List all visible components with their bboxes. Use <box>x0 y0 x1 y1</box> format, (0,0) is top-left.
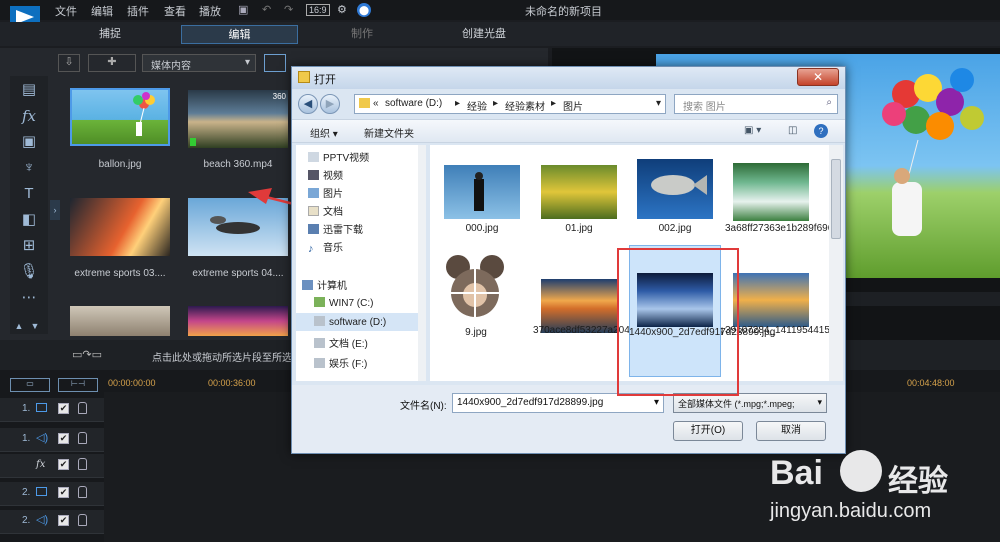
filename-row: 文件名(N): 1440x900_2d7edf917d28899.jpg ▾ 全部… <box>292 385 845 453</box>
nav-label: software (D:) <box>329 317 387 328</box>
nav-label: 图片 <box>323 189 343 200</box>
nav-label: 文档 <box>323 207 343 218</box>
filetype-select[interactable]: 全部媒体文件 (*.mpg;*.mpeg; ▾ <box>673 393 827 413</box>
cancel-button[interactable]: 取消 <box>756 421 826 441</box>
forward-button[interactable]: ▶ <box>320 94 340 114</box>
breadcrumb-material[interactable]: 经验素材 <box>505 98 545 113</box>
file-name[interactable]: 3a68ff27363e1b289f69628c7b7f0e0f.jpg <box>725 223 829 235</box>
mickey-puzzle-image-icon <box>446 255 504 317</box>
drive-icon <box>314 316 325 326</box>
folder-icon <box>298 71 310 83</box>
folder-icon <box>308 152 319 162</box>
file-thumb[interactable] <box>444 165 520 219</box>
breadcrumb-separator-icon: ▸ <box>493 98 499 109</box>
address-bar[interactable]: « software (D:) ▸ 经验 ▸ 经验素材 ▸ 图片 ▾ <box>354 94 666 114</box>
help-icon[interactable]: ? <box>814 124 828 138</box>
nav-item-drive-e[interactable]: 文档 (E:) <box>314 335 368 350</box>
organize-button[interactable]: 组织 ▾ <box>310 125 338 140</box>
breadcrumb-separator-icon: ▸ <box>455 98 461 109</box>
watermark-brand2: 经验 <box>888 464 948 499</box>
file-thumb[interactable] <box>733 273 809 327</box>
dialog-titlebar: 打开 ✕ <box>292 67 845 89</box>
new-folder-button[interactable]: 新建文件夹 <box>364 125 414 140</box>
nav-label: 视频 <box>323 171 343 182</box>
file-thumb[interactable] <box>733 163 809 221</box>
nav-label: 文档 (E:) <box>329 339 368 350</box>
person-image-icon <box>474 172 484 211</box>
documents-folder-icon <box>308 206 319 216</box>
back-button[interactable]: ◀ <box>298 94 318 114</box>
close-button[interactable]: ✕ <box>797 68 839 86</box>
fish-image-icon <box>651 175 707 195</box>
filename-value: 1440x900_2d7edf917d28899.jpg <box>457 397 604 408</box>
music-note-icon: ♪ <box>308 243 314 255</box>
nav-item-drive-d[interactable]: software (D:) <box>314 316 386 328</box>
annotation-highlight-box <box>617 248 739 396</box>
dialog-toolbar: 组织 ▾ 新建文件夹 ▣ ▾ ◫ ? <box>292 119 845 143</box>
file-thumb[interactable] <box>444 253 506 323</box>
nav-item-thunder[interactable]: 迅雷下载 <box>308 221 363 236</box>
breadcrumb-jingyan[interactable]: 经验 <box>467 98 487 113</box>
preview-pane-icon[interactable]: ◫ <box>788 125 797 136</box>
video-folder-icon <box>308 170 319 180</box>
nav-item-drive-c[interactable]: WIN7 (C:) <box>314 297 373 309</box>
breadcrumb-separator-icon: ▸ <box>551 98 557 109</box>
paw-logo-icon <box>840 450 882 492</box>
watermark-url: jingyan.baidu.com <box>770 500 932 522</box>
file-thumb[interactable] <box>637 159 713 219</box>
search-input[interactable]: 搜索 图片 ⌕ <box>674 94 838 114</box>
filename-label: 文件名(N): <box>400 401 447 412</box>
drive-icon <box>314 338 325 348</box>
file-name[interactable]: 9.jpg <box>430 327 522 339</box>
watermark-brand: Bai <box>770 454 823 492</box>
nav-label: 娱乐 (F:) <box>329 359 368 370</box>
view-options-icon[interactable]: ▣ ▾ <box>744 125 761 136</box>
chevron-down-icon: ▾ <box>653 397 659 408</box>
nav-item-pptv[interactable]: PPTV视频 <box>308 149 369 164</box>
folder-icon <box>359 98 370 108</box>
open-button[interactable]: 打开(O) <box>673 421 743 441</box>
address-dropdown-icon[interactable]: ▾ <box>656 98 661 109</box>
breadcrumb-pictures[interactable]: 图片 <box>563 98 583 113</box>
navigation-pane: PPTV视频 视频 图片 文档 迅雷下载 ♪ 音乐 计算机 WIN7 (C:) s… <box>296 145 426 381</box>
search-placeholder: 搜索 图片 <box>683 102 726 113</box>
file-thumb[interactable] <box>541 165 617 219</box>
nav-label: 音乐 <box>323 243 343 254</box>
nav-label: WIN7 (C:) <box>329 298 374 309</box>
filename-input[interactable]: 1440x900_2d7edf917d28899.jpg ▾ <box>452 393 664 413</box>
nav-item-music[interactable]: ♪ 音乐 <box>308 239 343 255</box>
baidu-watermark: Bai 经验 jingyan.baidu.com <box>760 446 1000 542</box>
drive-icon <box>314 358 325 368</box>
search-icon: ⌕ <box>826 97 832 108</box>
nav-item-computer[interactable]: 计算机 <box>302 277 347 292</box>
nav-scrollbar[interactable] <box>418 145 426 381</box>
breadcrumb-separator-icon: « <box>373 98 379 109</box>
computer-icon <box>302 280 313 290</box>
download-folder-icon <box>308 224 319 234</box>
nav-label: 迅雷下载 <box>323 225 363 236</box>
nav-item-pictures[interactable]: 图片 <box>308 185 343 200</box>
filetype-value: 全部媒体文件 (*.mpg;*.mpeg; <box>678 399 795 409</box>
breadcrumb-drive[interactable]: software (D:) <box>385 98 442 109</box>
dialog-title: 打开 <box>314 74 336 86</box>
file-name[interactable]: 000.jpg <box>436 223 528 235</box>
nav-label: 计算机 <box>317 281 347 292</box>
file-grid-scrollbar[interactable] <box>829 145 843 381</box>
file-name[interactable]: 370ace8df53227a204d64c76ebad4620.jpg <box>533 325 723 337</box>
pictures-folder-icon <box>308 188 319 198</box>
scrollbar-thumb[interactable] <box>831 159 841 239</box>
chevron-down-icon: ▾ <box>817 397 822 407</box>
file-name[interactable]: 002.jpg <box>629 223 721 235</box>
file-name[interactable]: 01.jpg <box>533 223 625 235</box>
windows-drive-icon <box>314 297 325 307</box>
nav-item-videos[interactable]: 视频 <box>308 167 343 182</box>
nav-label: PPTV视频 <box>323 153 370 164</box>
open-file-dialog: 打开 ✕ ◀ ▶ « software (D:) ▸ 经验 ▸ 经验素材 ▸ 图… <box>291 66 846 454</box>
nav-item-drive-f[interactable]: 娱乐 (F:) <box>314 355 367 370</box>
nav-item-documents[interactable]: 文档 <box>308 203 343 218</box>
